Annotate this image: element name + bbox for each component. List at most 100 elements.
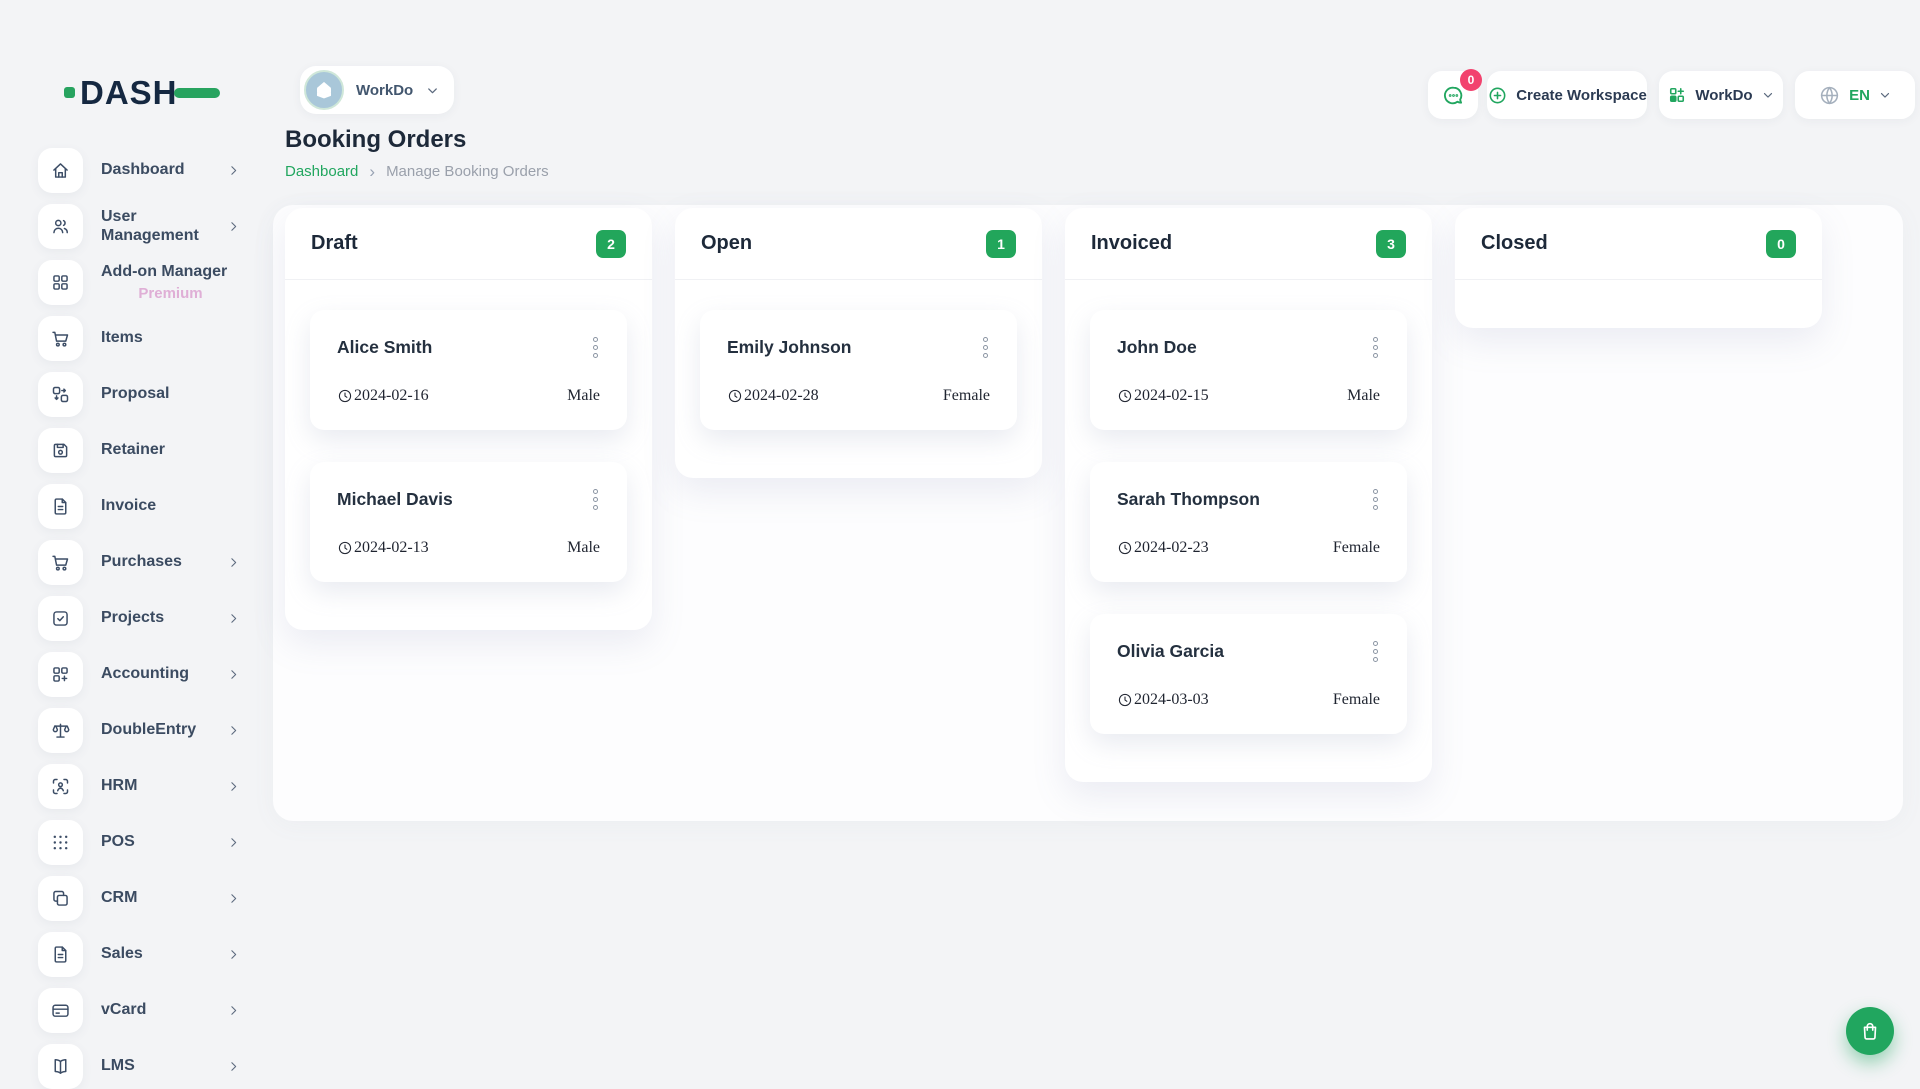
booking-gender: Male xyxy=(567,387,600,405)
premium-badge: Premium xyxy=(101,285,240,302)
grid-icon xyxy=(38,260,83,305)
credit-card-icon xyxy=(38,988,83,1033)
sidebar-item-addon-manager[interactable]: Add-on Manager Premium xyxy=(38,260,240,305)
cart-floating-button[interactable] xyxy=(1846,1007,1894,1055)
booking-name: Olivia Garcia xyxy=(1117,641,1224,662)
clock-icon xyxy=(1117,388,1133,404)
card-menu-button[interactable] xyxy=(591,487,600,512)
booking-gender: Male xyxy=(567,539,600,557)
sidebar-item-proposal[interactable]: Proposal xyxy=(38,372,240,417)
column-count-badge: 3 xyxy=(1376,230,1406,258)
booking-card[interactable]: Emily Johnson 2024-02-28 Female xyxy=(700,310,1017,430)
chevron-right-icon xyxy=(227,220,240,233)
chevron-down-icon xyxy=(425,83,440,98)
scale-icon xyxy=(38,708,83,753)
grid-dots-icon xyxy=(38,820,83,865)
sidebar-item-projects[interactable]: Projects xyxy=(38,596,240,641)
booking-card[interactable]: Sarah Thompson 2024-02-23 Female xyxy=(1090,462,1407,582)
board-column-closed: Closed 0 xyxy=(1455,208,1822,328)
transform-icon xyxy=(38,372,83,417)
floppy-icon xyxy=(38,428,83,473)
card-menu-button[interactable] xyxy=(1371,639,1380,664)
workspace-selector[interactable]: WorkDo xyxy=(300,66,454,114)
cart-icon xyxy=(38,316,83,361)
booking-date: 2024-03-03 xyxy=(1134,691,1209,709)
booking-gender: Female xyxy=(1333,691,1380,709)
booking-card[interactable]: Olivia Garcia 2024-03-03 Female xyxy=(1090,614,1407,734)
users-icon xyxy=(38,204,83,249)
clock-icon xyxy=(727,388,743,404)
booking-gender: Male xyxy=(1347,387,1380,405)
sidebar-item-pos[interactable]: POS xyxy=(38,820,240,865)
booking-card[interactable]: Michael Davis 2024-02-13 Male xyxy=(310,462,627,582)
messages-button[interactable]: 0 xyxy=(1428,71,1478,119)
grid-add-icon xyxy=(38,652,83,697)
board-column-draft: Draft 2 Alice Smith 2024-02-16 Male xyxy=(285,208,652,630)
clock-icon xyxy=(337,540,353,556)
cart-icon xyxy=(38,540,83,585)
board-column-invoiced: Invoiced 3 John Doe 2024-02-15 Male xyxy=(1065,208,1432,782)
chevron-right-icon xyxy=(227,1004,240,1017)
workspace-dropdown-label: WorkDo xyxy=(1695,87,1752,104)
card-menu-button[interactable] xyxy=(1371,487,1380,512)
booking-date: 2024-02-15 xyxy=(1134,387,1209,405)
chevron-right-icon xyxy=(227,556,240,569)
logo-text: DASH xyxy=(80,76,178,109)
chevron-right-icon xyxy=(227,612,240,625)
sidebar-item-dashboard[interactable]: Dashboard xyxy=(38,148,240,193)
create-workspace-label: Create Workspace xyxy=(1516,87,1647,104)
clock-icon xyxy=(1117,692,1133,708)
sidebar-item-vcard[interactable]: vCard xyxy=(38,988,240,1033)
language-code: EN xyxy=(1849,87,1870,104)
chevron-right-icon xyxy=(227,948,240,961)
file-invoice-icon xyxy=(38,484,83,529)
booking-name: John Doe xyxy=(1117,337,1197,358)
sidebar-item-purchases[interactable]: Purchases xyxy=(38,540,240,585)
column-count-badge: 2 xyxy=(596,230,626,258)
booking-date: 2024-02-28 xyxy=(744,387,819,405)
apps-icon xyxy=(1667,85,1687,105)
breadcrumb: Dashboard › Manage Booking Orders xyxy=(285,163,549,180)
book-icon xyxy=(38,1044,83,1089)
sidebar-item-invoice[interactable]: Invoice xyxy=(38,484,240,529)
sidebar-item-user-management[interactable]: User Management xyxy=(38,204,240,249)
sidebar-item-lms[interactable]: LMS xyxy=(38,1044,240,1089)
sidebar-item-sales[interactable]: Sales xyxy=(38,932,240,977)
column-title: Closed xyxy=(1481,232,1548,255)
breadcrumb-current: Manage Booking Orders xyxy=(386,163,549,180)
chevron-right-icon xyxy=(227,836,240,849)
column-title: Invoiced xyxy=(1091,232,1172,255)
sidebar-item-accounting[interactable]: Accounting xyxy=(38,652,240,697)
booking-name: Sarah Thompson xyxy=(1117,489,1260,510)
empty-column-dropzone[interactable] xyxy=(1455,280,1822,328)
sidebar: Dashboard User Management Add-on Manager… xyxy=(38,148,240,1089)
app-logo[interactable]: DASH xyxy=(64,76,220,109)
breadcrumb-dashboard-link[interactable]: Dashboard xyxy=(285,163,358,180)
sidebar-item-retainer[interactable]: Retainer xyxy=(38,428,240,473)
card-menu-button[interactable] xyxy=(1371,335,1380,360)
breadcrumb-separator: › xyxy=(369,163,375,180)
card-menu-button[interactable] xyxy=(591,335,600,360)
booking-gender: Female xyxy=(1333,539,1380,557)
sidebar-item-crm[interactable]: CRM xyxy=(38,876,240,921)
page-title: Booking Orders xyxy=(285,126,466,154)
language-selector[interactable]: EN xyxy=(1795,71,1915,119)
booking-name: Emily Johnson xyxy=(727,337,851,358)
chevron-right-icon xyxy=(227,780,240,793)
booking-gender: Female xyxy=(943,387,990,405)
booking-card[interactable]: John Doe 2024-02-15 Male xyxy=(1090,310,1407,430)
booking-name: Michael Davis xyxy=(337,489,453,510)
chevron-right-icon xyxy=(227,892,240,905)
column-title: Open xyxy=(701,232,752,255)
create-workspace-button[interactable]: Create Workspace xyxy=(1487,71,1647,119)
sidebar-item-items[interactable]: Items xyxy=(38,316,240,361)
workspace-dropdown[interactable]: WorkDo xyxy=(1659,71,1783,119)
booking-date: 2024-02-23 xyxy=(1134,539,1209,557)
chevron-right-icon xyxy=(227,668,240,681)
sidebar-item-doubleentry[interactable]: DoubleEntry xyxy=(38,708,240,753)
chevron-down-icon xyxy=(1878,88,1892,102)
sidebar-item-hrm[interactable]: HRM xyxy=(38,764,240,809)
workspace-avatar xyxy=(304,70,344,110)
booking-card[interactable]: Alice Smith 2024-02-16 Male xyxy=(310,310,627,430)
card-menu-button[interactable] xyxy=(981,335,990,360)
